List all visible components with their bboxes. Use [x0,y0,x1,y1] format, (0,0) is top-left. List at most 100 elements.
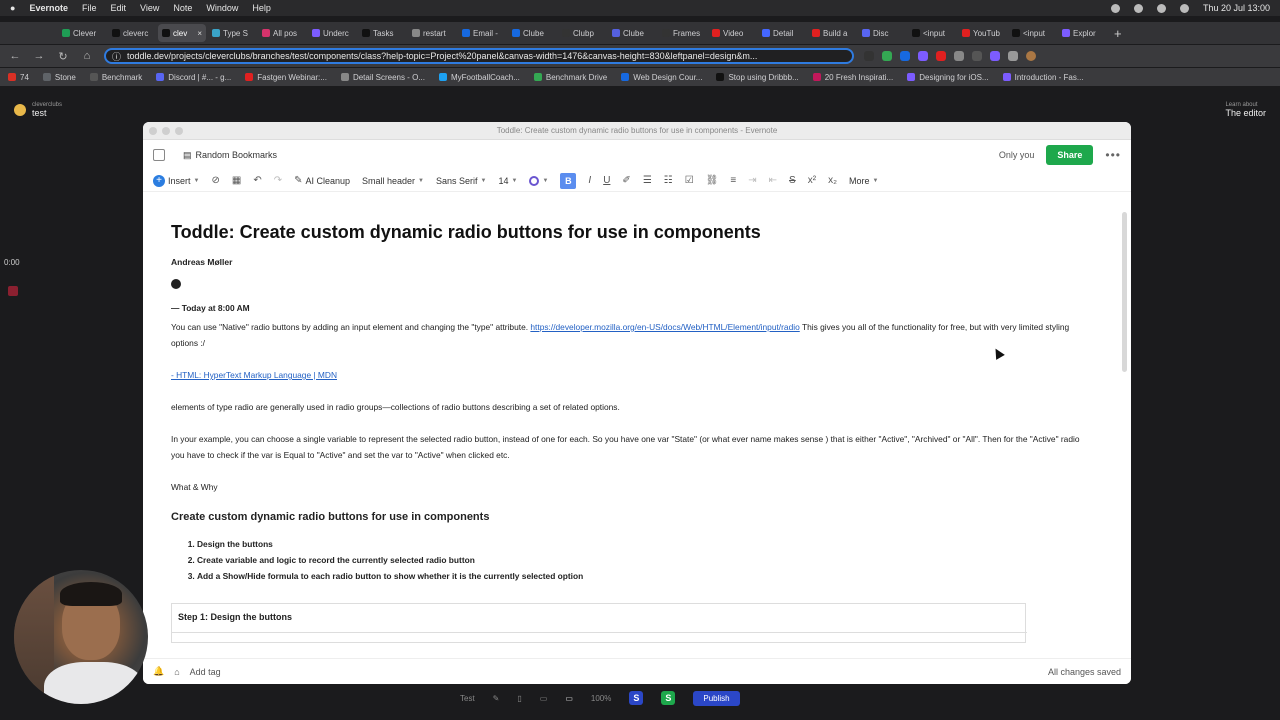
notebook-selector[interactable]: ▤ Random Bookmarks [183,150,277,161]
close-window-button[interactable] [149,127,157,135]
edit-icon[interactable]: ✎ [493,694,500,703]
calendar-icon[interactable]: ▦ [232,175,241,186]
mdn-html-link[interactable]: - HTML: HyperText Markup Language | MDN [171,370,337,380]
scrollbar[interactable] [1122,212,1127,372]
tablet-icon[interactable]: ▭ [540,694,548,703]
bookmark-item[interactable]: Stone [42,73,76,82]
more-dropdown[interactable]: More ▼ [849,176,878,186]
insert-button[interactable]: + Insert ▼ [153,174,199,187]
bookmark-item[interactable]: Stop using Dribbb... [716,73,799,82]
superscript-icon[interactable]: x² [808,175,816,186]
zoom-level[interactable]: 100% [591,694,611,703]
italic-icon[interactable]: I [588,175,591,186]
heading-dropdown[interactable]: Small header ▼ [362,176,424,186]
bookmark-item[interactable]: Detail Screens - O... [340,73,425,82]
browser-tab[interactable]: restart [408,24,456,42]
menu-edit[interactable]: Edit [110,3,126,13]
canvas-name[interactable]: Test [460,694,475,703]
bookmark-item[interactable]: 74 [8,73,29,82]
browser-tab[interactable]: <input [1008,24,1056,42]
browser-tab[interactable]: Underc [308,24,356,42]
learn-about-editor[interactable]: Learn about The editor [1225,102,1266,118]
redo-icon[interactable]: ↷ [274,175,282,186]
s-icon[interactable]: S [661,691,676,705]
add-tag-button[interactable]: Add tag [190,667,221,677]
back-icon[interactable]: ← [8,50,22,62]
more-options-icon[interactable]: ••• [1105,148,1121,162]
bookmark-item[interactable]: Benchmark [89,73,142,82]
puzzle-icon[interactable] [1008,51,1018,61]
status-icon[interactable] [1110,3,1120,13]
s-icon[interactable]: S [629,691,644,705]
note-body[interactable]: Toddle: Create custom dynamic radio butt… [143,204,1123,644]
browser-tab[interactable]: <input [908,24,956,42]
menu-file[interactable]: File [82,3,97,13]
extension-icon[interactable] [864,51,874,61]
outdent-icon[interactable]: ⇤ [769,175,777,186]
bookmark-item[interactable]: Benchmark Drive [533,73,607,82]
browser-tab[interactable]: Clube [608,24,656,42]
desktop-icon[interactable]: ▭ [565,694,573,703]
browser-tab[interactable]: Detail [758,24,806,42]
bold-button[interactable]: B [560,172,577,189]
ai-cleanup-button[interactable]: ✎ AI Cleanup [294,175,350,186]
browser-tab[interactable]: cleverc [108,24,156,42]
apple-icon[interactable]: ● [10,3,15,13]
checkbox-icon[interactable]: ⊘ [211,175,219,186]
share-button[interactable]: Share [1046,145,1094,165]
new-tab-button[interactable]: + [1108,26,1128,41]
bookmark-item[interactable]: Fastgen Webinar:... [245,73,327,82]
bookmark-item[interactable]: Introduction - Fas... [1002,73,1084,82]
search-icon[interactable] [1179,3,1189,13]
browser-tab[interactable]: Disc [858,24,906,42]
extension-icon[interactable] [954,51,964,61]
phone-icon[interactable]: ▯ [517,694,521,703]
menu-datetime[interactable]: Thu 20 Jul 13:00 [1203,3,1270,13]
publish-button[interactable]: Publish [693,690,740,706]
extension-icon[interactable] [882,51,892,61]
browser-tab[interactable]: All pos [258,24,306,42]
bookmark-item[interactable]: Discord | #... - g... [156,73,231,82]
font-size-dropdown[interactable]: 14 ▼ [498,176,517,186]
highlight-icon[interactable]: ✐ [622,175,630,186]
reminder-icon[interactable]: 🔔 [153,666,164,677]
mdn-radio-link[interactable]: https://developer.mozilla.org/en-US/docs… [530,322,799,332]
address-bar[interactable]: ⓘ toddle.dev/projects/cleverclubs/branch… [104,48,854,64]
link-icon[interactable]: ⛓ [706,175,719,186]
extension-icon[interactable] [900,51,910,61]
text-color-dropdown[interactable]: ▼ [529,175,548,186]
subscript-icon[interactable]: x₂ [828,175,837,186]
extension-icon[interactable] [972,51,982,61]
bookmark-item[interactable]: 20 Fresh Inspirati... [812,73,893,82]
browser-tab[interactable]: Type S [208,24,256,42]
bookmark-item[interactable]: Web Design Cour... [621,73,702,82]
project-switcher[interactable]: cleverclubs test [14,102,62,118]
tag-icon[interactable]: ⌂ [174,667,179,677]
numbered-list-icon[interactable]: ☷ [664,175,673,186]
bookmark-item[interactable]: Designing for iOS... [907,73,989,82]
strikethrough-icon[interactable]: S [789,175,796,186]
menu-app-name[interactable]: Evernote [29,3,68,13]
bookmark-item[interactable]: MyFootballCoach... [438,73,520,82]
underline-icon[interactable]: U [603,175,610,186]
indent-icon[interactable]: ⇥ [748,175,756,186]
minimize-window-button[interactable] [162,127,170,135]
browser-tab[interactable]: Email - [458,24,506,42]
site-info-icon[interactable]: ⓘ [112,50,121,62]
maximize-window-button[interactable] [175,127,183,135]
browser-tab[interactable]: Frames [658,24,706,42]
menu-window[interactable]: Window [206,3,238,13]
visibility-label[interactable]: Only you [999,150,1035,160]
browser-tab[interactable]: clev × [158,24,206,42]
extension-icon[interactable] [990,51,1000,61]
browser-tab[interactable]: Clubp [558,24,606,42]
browser-tab[interactable]: Video [708,24,756,42]
close-tab-icon[interactable]: × [197,29,202,38]
wifi-icon[interactable] [1156,3,1166,13]
browser-tab[interactable]: Build a [808,24,856,42]
bullet-list-icon[interactable]: ☰ [643,175,652,186]
browser-tab[interactable]: Tasks [358,24,406,42]
checklist-icon[interactable]: ☑ [685,175,694,186]
menu-view[interactable]: View [140,3,159,13]
avatar[interactable] [1026,51,1036,61]
